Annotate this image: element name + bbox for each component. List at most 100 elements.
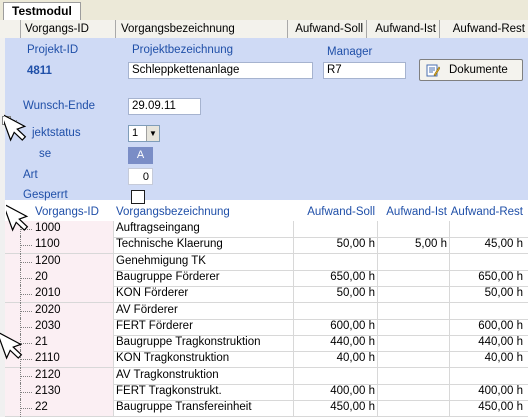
manager-label: Manager bbox=[327, 46, 373, 58]
row-name: Baugruppe Transfereinheit bbox=[116, 401, 252, 414]
document-edit-icon bbox=[426, 64, 440, 77]
project-id-label: Projekt-ID bbox=[27, 44, 79, 56]
row-id: 20 bbox=[35, 270, 48, 283]
cell-divider bbox=[293, 400, 294, 417]
header-vorgangs-id[interactable]: Vorgangs-ID bbox=[21, 20, 116, 38]
row-aufwand-soll: 650,00 h bbox=[330, 270, 375, 283]
cell-divider bbox=[377, 335, 378, 352]
tree-connector bbox=[20, 245, 32, 247]
table-row[interactable]: 20 Baugruppe Förderer 650,00 h 650,00 h bbox=[5, 268, 528, 287]
row-aufwand-soll: 40,00 h bbox=[336, 352, 375, 365]
row-id-cell[interactable]: 1100 bbox=[5, 236, 114, 255]
row-aufwand-soll: 600,00 h bbox=[330, 319, 375, 332]
cell-divider bbox=[293, 221, 294, 237]
row-name: Genehmigung TK bbox=[116, 254, 206, 267]
cell-divider bbox=[293, 286, 294, 303]
header-aufwand-rest[interactable]: Aufwand-Rest bbox=[441, 20, 528, 38]
cell-divider bbox=[293, 269, 294, 286]
tree-connector bbox=[20, 261, 32, 263]
table-row[interactable]: 2110 KON Tragkonstruktion 40,00 h 40,00 h bbox=[5, 350, 528, 369]
row-id: 21 bbox=[35, 336, 48, 349]
table-row[interactable]: 1000 Auftragseingang bbox=[5, 220, 528, 238]
row-id: 2110 bbox=[35, 352, 60, 365]
table-row[interactable]: 2030 FERT Förderer 600,00 h 600,00 h bbox=[5, 317, 528, 336]
row-id: 1000 bbox=[35, 222, 61, 234]
row-id-cell[interactable]: 20 bbox=[5, 268, 114, 287]
project-id-value: 4811 bbox=[27, 65, 52, 77]
due-date-field[interactable]: 29.09.11 bbox=[128, 98, 201, 115]
cell-divider bbox=[293, 237, 294, 254]
row-name: Baugruppe Tragkonstruktion bbox=[116, 336, 261, 349]
subheader-aufwand-ist[interactable]: Aufwand-Ist bbox=[375, 204, 447, 220]
chevron-down-icon[interactable]: ▼ bbox=[146, 126, 159, 141]
table-row[interactable]: 21 Baugruppe Tragkonstruktion 440,00 h 440,… bbox=[5, 334, 528, 353]
cell-divider bbox=[293, 253, 294, 270]
row-name: Auftragseingang bbox=[116, 222, 200, 234]
row-id: 2010 bbox=[35, 287, 61, 300]
project-name-field[interactable]: Schleppkettenanlage bbox=[128, 62, 313, 79]
row-name: Baugruppe Förderer bbox=[116, 270, 220, 283]
row-name: FERT Tragkonstrukt. bbox=[116, 385, 222, 397]
cell-divider bbox=[293, 318, 294, 335]
subheader-vorgangs-id[interactable]: Vorgangs-ID bbox=[35, 204, 99, 220]
row-name: KON Förderer bbox=[116, 287, 189, 300]
cell-divider bbox=[449, 367, 450, 384]
table-row[interactable]: 1100 Technische Klaerung 50,00 h 5,00 h 45,0… bbox=[5, 236, 528, 255]
row-name: KON Tragkonstruktion bbox=[116, 352, 230, 365]
cursor-arrow-icon bbox=[4, 112, 27, 142]
cell-divider bbox=[377, 253, 378, 270]
row-id-cell[interactable]: 22 bbox=[5, 399, 114, 417]
table-row[interactable]: 1200 Genehmigung TK bbox=[5, 252, 528, 271]
cursor-arrow-icon bbox=[0, 330, 23, 360]
row-id-cell[interactable]: 2120 bbox=[5, 366, 114, 385]
cell-divider bbox=[377, 400, 378, 417]
header-aufwand-soll[interactable]: Aufwand-Soll bbox=[289, 20, 367, 38]
table-row[interactable]: 22 Baugruppe Transfereinheit 450,00 h 450,0… bbox=[5, 399, 528, 417]
row-id-cell[interactable]: 1200 bbox=[5, 252, 114, 271]
subheader-vorgangsbezeichnung[interactable]: Vorgangsbezeichnung bbox=[116, 204, 230, 220]
cell-divider bbox=[377, 318, 378, 335]
manager-field[interactable]: R7 bbox=[323, 62, 406, 79]
header-aufwand-ist[interactable]: Aufwand-Ist bbox=[368, 20, 440, 38]
cell-divider bbox=[293, 302, 294, 319]
table-row[interactable]: 2120 AV Tragkonstruktion bbox=[5, 366, 528, 385]
cell-divider bbox=[449, 221, 450, 237]
row-id-cell[interactable]: 2020 bbox=[5, 301, 114, 320]
table-row[interactable]: 2020 AV Förderer bbox=[5, 301, 528, 320]
row-aufwand-soll: 400,00 h bbox=[330, 385, 375, 397]
tab-testmodul[interactable]: Testmodul bbox=[3, 2, 81, 21]
type-label: Art bbox=[23, 169, 38, 181]
locked-checkbox[interactable] bbox=[131, 190, 145, 204]
documents-button[interactable]: Dokumente bbox=[419, 59, 523, 81]
row-id-cell[interactable]: 2130 bbox=[5, 383, 114, 401]
cell-divider bbox=[449, 302, 450, 319]
subheader-aufwand-rest[interactable]: Aufwand-Rest bbox=[447, 204, 523, 220]
cell-divider bbox=[377, 384, 378, 400]
header-vorgangsbezeichnung[interactable]: Vorgangsbezeichnung bbox=[117, 20, 288, 38]
project-status-select[interactable]: 1 ▼ bbox=[128, 125, 160, 142]
row-id-cell[interactable]: 2010 bbox=[5, 285, 114, 304]
tree-connector bbox=[20, 294, 32, 296]
due-date-label: Wunsch-Ende bbox=[23, 100, 96, 112]
cell-divider bbox=[293, 351, 294, 368]
table-row[interactable]: 2010 KON Förderer 50,00 h 50,00 h bbox=[5, 285, 528, 304]
row-name: AV Förderer bbox=[116, 303, 178, 316]
row-name: FERT Förderer bbox=[116, 319, 193, 332]
table-row[interactable]: 2130 FERT Tragkonstrukt. 400,00 h 400,00 h bbox=[5, 383, 528, 401]
cell-divider bbox=[377, 302, 378, 319]
row-name: AV Tragkonstruktion bbox=[116, 368, 219, 381]
cell-divider bbox=[449, 253, 450, 270]
row-aufwand-soll: 50,00 h bbox=[336, 238, 375, 251]
cursor-arrow-icon bbox=[6, 202, 29, 232]
row-aufwand-rest: 450,00 h bbox=[478, 401, 523, 414]
phase-field[interactable]: A bbox=[128, 147, 153, 164]
grid-column-header: Vorgangs-ID Vorgangsbezeichnung Aufwand-… bbox=[0, 20, 528, 39]
cell-divider bbox=[377, 269, 378, 286]
row-aufwand-rest: 50,00 h bbox=[484, 287, 523, 300]
subheader-aufwand-soll[interactable]: Aufwand-Soll bbox=[295, 204, 375, 220]
row-aufwand-rest: 440,00 h bbox=[478, 336, 523, 349]
type-field[interactable]: 0 bbox=[128, 168, 153, 185]
row-aufwand-rest: 45,00 h bbox=[484, 238, 523, 251]
row-id: 1100 bbox=[35, 238, 60, 251]
row-aufwand-rest: 40,00 h bbox=[484, 352, 523, 365]
